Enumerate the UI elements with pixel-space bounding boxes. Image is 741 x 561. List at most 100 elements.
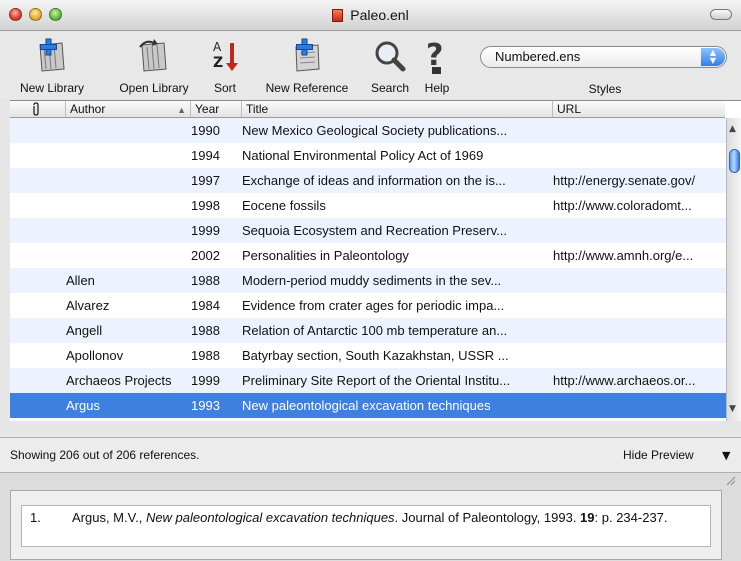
- hide-preview-button[interactable]: Hide Preview: [623, 448, 694, 462]
- app-window: Paleo.enl New Library Open Library A Z S…: [0, 0, 741, 561]
- author-cell: [66, 143, 186, 168]
- title-cell: Evidence from crater ages for periodic i…: [242, 298, 505, 313]
- year-cell: 1988: [191, 273, 220, 288]
- citation-pages: : p. 234-237.: [594, 510, 668, 525]
- search-button[interactable]: Search: [366, 31, 414, 99]
- triangle-down-icon[interactable]: ▼: [722, 449, 730, 462]
- column-header-url[interactable]: URL: [553, 101, 725, 117]
- author-cell: Alvarez: [66, 298, 110, 313]
- table-row[interactable]: 1994 National Environmental Policy Act of…: [10, 143, 726, 168]
- help-label: Help: [424, 81, 450, 95]
- table-row[interactable]: 2002 Personalities in Paleontology http://…: [10, 243, 726, 268]
- title-cell: Exchange of ideas and information on the…: [242, 173, 506, 188]
- author-cell: Apollonov: [66, 348, 124, 363]
- table-row[interactable]: 1990 New Mexico Geological Society public…: [10, 118, 726, 143]
- title-bar[interactable]: Paleo.enl: [0, 0, 741, 31]
- preview-pane: 1. Argus, M.V., New paleontological exca…: [0, 473, 741, 561]
- toolbar: New Library Open Library A Z Sort New Re…: [0, 31, 741, 99]
- toolbar-toggle-button[interactable]: [710, 9, 732, 20]
- title-cell: Batyrbay section, South Kazakhstan, USSR…: [242, 348, 509, 363]
- scroll-up-icon[interactable]: ▲: [729, 124, 736, 134]
- author-cell: Archaeos Projects: [66, 373, 172, 388]
- status-bar: Showing 206 out of 206 references. Hide …: [0, 437, 741, 473]
- select-arrows-icon[interactable]: ▲ ▼: [701, 48, 725, 66]
- url-header-label: URL: [557, 102, 582, 116]
- sort-az-icon: A Z: [213, 40, 238, 71]
- svg-text:A: A: [213, 40, 222, 54]
- new-library-icon: [39, 38, 65, 72]
- reference-number: 1.: [30, 510, 41, 525]
- year-cell: 1998: [191, 198, 220, 213]
- url-cell: http://energy.senate.gov/: [553, 173, 696, 188]
- table-row[interactable]: Allen 1988 Modern-period muddy sediments i…: [10, 268, 726, 293]
- new-library-button[interactable]: New Library: [10, 31, 94, 99]
- url-cell: [553, 293, 723, 318]
- title-header-label: Title: [246, 102, 269, 116]
- new-reference-icon: [295, 38, 320, 72]
- resize-grip-icon[interactable]: [724, 474, 736, 486]
- url-cell: [553, 268, 723, 293]
- title-wrap: Paleo.enl: [0, 0, 741, 30]
- table-header: Author ▲ Year Title URL: [10, 101, 725, 118]
- author-cell: [66, 243, 186, 268]
- year-cell: 1997: [191, 173, 220, 188]
- styles-label: Styles: [588, 82, 622, 96]
- column-header-title[interactable]: Title: [242, 101, 553, 117]
- author-cell: [66, 193, 186, 218]
- reference-table: Author ▲ Year Title URL 1990 New Mexico G…: [10, 100, 741, 421]
- sort-button[interactable]: A Z Sort: [207, 31, 243, 99]
- open-library-label: Open Library: [119, 81, 189, 95]
- vertical-scrollbar[interactable]: ▲ ▼: [726, 118, 741, 421]
- year-cell: 1993: [191, 398, 220, 413]
- table-row[interactable]: Apollonov 1988 Batyrbay section, South Kaz…: [10, 343, 726, 368]
- formatted-reference-preview: 1. Argus, M.V., New paleontological exca…: [21, 505, 711, 547]
- styles-select-value: Numbered.ens: [495, 49, 581, 64]
- table-row[interactable]: Angell 1988 Relation of Antarctic 100 mb t…: [10, 318, 726, 343]
- scroll-down-icon[interactable]: ▼: [729, 404, 736, 414]
- year-cell: 1988: [191, 348, 220, 363]
- year-cell: 1999: [191, 223, 220, 238]
- year-header-label: Year: [195, 102, 220, 116]
- search-label: Search: [370, 81, 410, 95]
- new-reference-button[interactable]: New Reference: [255, 31, 359, 99]
- year-cell: 2002: [191, 248, 220, 263]
- year-cell: 1984: [191, 298, 220, 313]
- sort-label: Sort: [213, 81, 236, 95]
- table-row[interactable]: 1998 Eocene fossils http://www.coloradomt.…: [10, 193, 726, 218]
- author-header-label: Author: [70, 102, 106, 116]
- table-row[interactable]: 1999 Sequoia Ecosystem and Recreation Pre…: [10, 218, 726, 243]
- author-cell: [66, 218, 186, 243]
- url-cell: [553, 318, 723, 343]
- open-library-button[interactable]: Open Library: [108, 31, 200, 99]
- svg-text:Z: Z: [213, 55, 223, 71]
- table-row[interactable]: Alvarez 1984 Evidence from crater ages for…: [10, 293, 726, 318]
- url-cell: [553, 393, 723, 418]
- table-row[interactable]: 1997 Exchange of ideas and information on…: [10, 168, 726, 193]
- title-cell: Modern-period muddy sediments in the sev…: [242, 273, 502, 288]
- column-header-attachment[interactable]: [10, 101, 66, 117]
- sort-ascending-icon: ▲: [177, 105, 186, 115]
- title-cell: New paleontological excavation technique…: [242, 398, 491, 413]
- url-cell: [553, 218, 723, 243]
- column-header-author[interactable]: Author ▲: [66, 101, 191, 117]
- citation-author: Argus, M.V.,: [72, 510, 146, 525]
- author-cell: [66, 118, 186, 143]
- help-button[interactable]: ? Help: [419, 31, 455, 99]
- column-header-year[interactable]: Year: [191, 101, 242, 117]
- citation-title: New paleontological excavation technique…: [145, 510, 395, 525]
- scroll-thumb[interactable]: [729, 149, 740, 173]
- preview-frame: 1. Argus, M.V., New paleontological exca…: [10, 490, 722, 560]
- styles-select[interactable]: Numbered.ens ▲ ▼: [480, 46, 727, 68]
- title-cell: Relation of Antarctic 100 mb temperature…: [242, 323, 508, 338]
- url-cell: http://www.amnh.org/e...: [553, 248, 694, 263]
- open-library-icon: [139, 39, 167, 72]
- table-row-selected[interactable]: Argus 1993 New paleontological excavation …: [10, 393, 726, 418]
- title-cell: Preliminary Site Report of the Oriental …: [242, 373, 511, 388]
- help-icon: ?: [426, 38, 443, 74]
- year-cell: 1990: [191, 123, 220, 138]
- table-row[interactable]: Archaeos Projects 1999 Preliminary Site Re…: [10, 368, 726, 393]
- url-cell: [553, 118, 723, 143]
- title-cell: Sequoia Ecosystem and Recreation Preserv…: [242, 223, 507, 238]
- year-cell: 1994: [191, 148, 220, 163]
- title-cell: National Environmental Policy Act of 196…: [242, 148, 484, 163]
